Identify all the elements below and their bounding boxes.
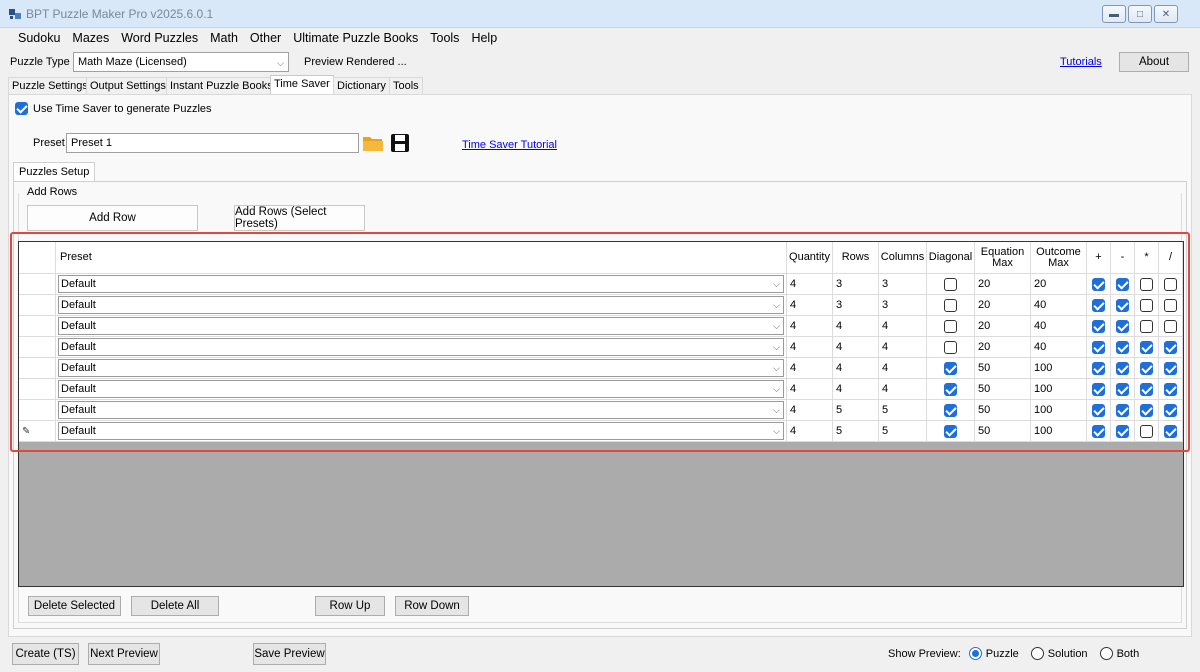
title-bar: BPT Puzzle Maker Pro v2025.6.0.1 ▬ □ ✕ bbox=[0, 0, 1200, 28]
save-icon bbox=[391, 134, 409, 152]
add-rows-select-presets-button[interactable]: Add Rows (Select Presets) bbox=[234, 205, 365, 231]
minimize-icon: ▬ bbox=[1109, 8, 1119, 20]
puzzle-type-label: Puzzle Type bbox=[10, 56, 70, 68]
tab-dictionary[interactable]: Dictionary bbox=[333, 77, 390, 95]
puzzle-radio-label: Puzzle bbox=[985, 647, 1019, 660]
menu-word-puzzles[interactable]: Word Puzzles bbox=[115, 28, 204, 48]
use-time-saver-label: Use Time Saver to generate Puzzles bbox=[33, 102, 212, 115]
menu-help[interactable]: Help bbox=[465, 28, 503, 48]
menu-bar: Sudoku Mazes Word Puzzles Math Other Ult… bbox=[0, 28, 1200, 48]
open-folder-button[interactable] bbox=[362, 133, 384, 153]
save-preview-button[interactable]: Save Preview bbox=[253, 643, 326, 665]
both-radio[interactable] bbox=[1099, 647, 1113, 660]
preset-label: Preset bbox=[33, 137, 65, 149]
save-preset-button[interactable] bbox=[390, 133, 410, 153]
preset-input[interactable]: Preset 1 bbox=[66, 133, 359, 153]
row-down-button[interactable]: Row Down bbox=[395, 596, 469, 616]
both-radio-label: Both bbox=[1116, 647, 1140, 660]
menu-tools[interactable]: Tools bbox=[424, 28, 465, 48]
menu-ultimate-puzzle-books[interactable]: Ultimate Puzzle Books bbox=[287, 28, 424, 48]
maximize-icon: □ bbox=[1136, 8, 1144, 20]
preset-value: Preset 1 bbox=[71, 137, 112, 149]
tab-puzzle-settings[interactable]: Puzzle Settings bbox=[8, 77, 92, 95]
preview-option-solution[interactable]: Solution bbox=[1030, 647, 1088, 660]
preview-option-puzzle[interactable]: Puzzle bbox=[968, 647, 1019, 660]
add-row-button[interactable]: Add Row bbox=[27, 205, 198, 231]
tab-instant-puzzle-books[interactable]: Instant Puzzle Books bbox=[166, 77, 277, 95]
puzzle-type-value: Math Maze (Licensed) bbox=[78, 56, 187, 68]
preview-status: Preview Rendered ... bbox=[304, 56, 407, 68]
tab-output-settings[interactable]: Output Settings bbox=[86, 77, 170, 95]
show-preview-group: Show Preview: Puzzle Solution Both bbox=[888, 647, 1139, 660]
puzzle-type-select[interactable]: Math Maze (Licensed) ⌵ bbox=[73, 52, 289, 72]
next-preview-button[interactable]: Next Preview bbox=[88, 643, 160, 665]
tab-time-saver[interactable]: Time Saver bbox=[270, 75, 334, 95]
about-button[interactable]: About bbox=[1119, 52, 1189, 72]
tab-puzzles-setup[interactable]: Puzzles Setup bbox=[13, 162, 96, 182]
row-up-button[interactable]: Row Up bbox=[315, 596, 385, 616]
grid-highlight-box bbox=[10, 232, 1190, 452]
menu-math[interactable]: Math bbox=[204, 28, 244, 48]
minimize-button[interactable]: ▬ bbox=[1102, 5, 1126, 23]
solution-radio[interactable] bbox=[1030, 647, 1044, 660]
delete-all-button[interactable]: Delete All bbox=[131, 596, 219, 616]
close-icon: ✕ bbox=[1161, 8, 1171, 20]
menu-mazes[interactable]: Mazes bbox=[66, 28, 115, 48]
app-icon bbox=[8, 7, 22, 21]
use-time-saver-row: Use Time Saver to generate Puzzles bbox=[15, 102, 212, 115]
time-saver-tutorial-link[interactable]: Time Saver Tutorial bbox=[462, 139, 557, 151]
maximize-button[interactable]: □ bbox=[1128, 5, 1152, 23]
use-time-saver-checkbox[interactable] bbox=[15, 102, 28, 115]
preview-option-both[interactable]: Both bbox=[1099, 647, 1140, 660]
close-button[interactable]: ✕ bbox=[1154, 5, 1178, 23]
menu-sudoku[interactable]: Sudoku bbox=[12, 28, 66, 48]
menu-other[interactable]: Other bbox=[244, 28, 287, 48]
delete-selected-button[interactable]: Delete Selected bbox=[28, 596, 121, 616]
folder-icon bbox=[363, 137, 383, 151]
solution-radio-label: Solution bbox=[1047, 647, 1088, 660]
puzzle-radio[interactable] bbox=[968, 647, 982, 660]
tab-tools[interactable]: Tools bbox=[389, 77, 423, 95]
window-title: BPT Puzzle Maker Pro v2025.6.0.1 bbox=[26, 7, 214, 21]
create-ts-button[interactable]: Create (TS) bbox=[12, 643, 79, 665]
chevron-down-icon: ⌵ bbox=[277, 58, 284, 68]
show-preview-label: Show Preview: bbox=[888, 647, 961, 660]
tutorials-link[interactable]: Tutorials bbox=[1060, 56, 1102, 68]
